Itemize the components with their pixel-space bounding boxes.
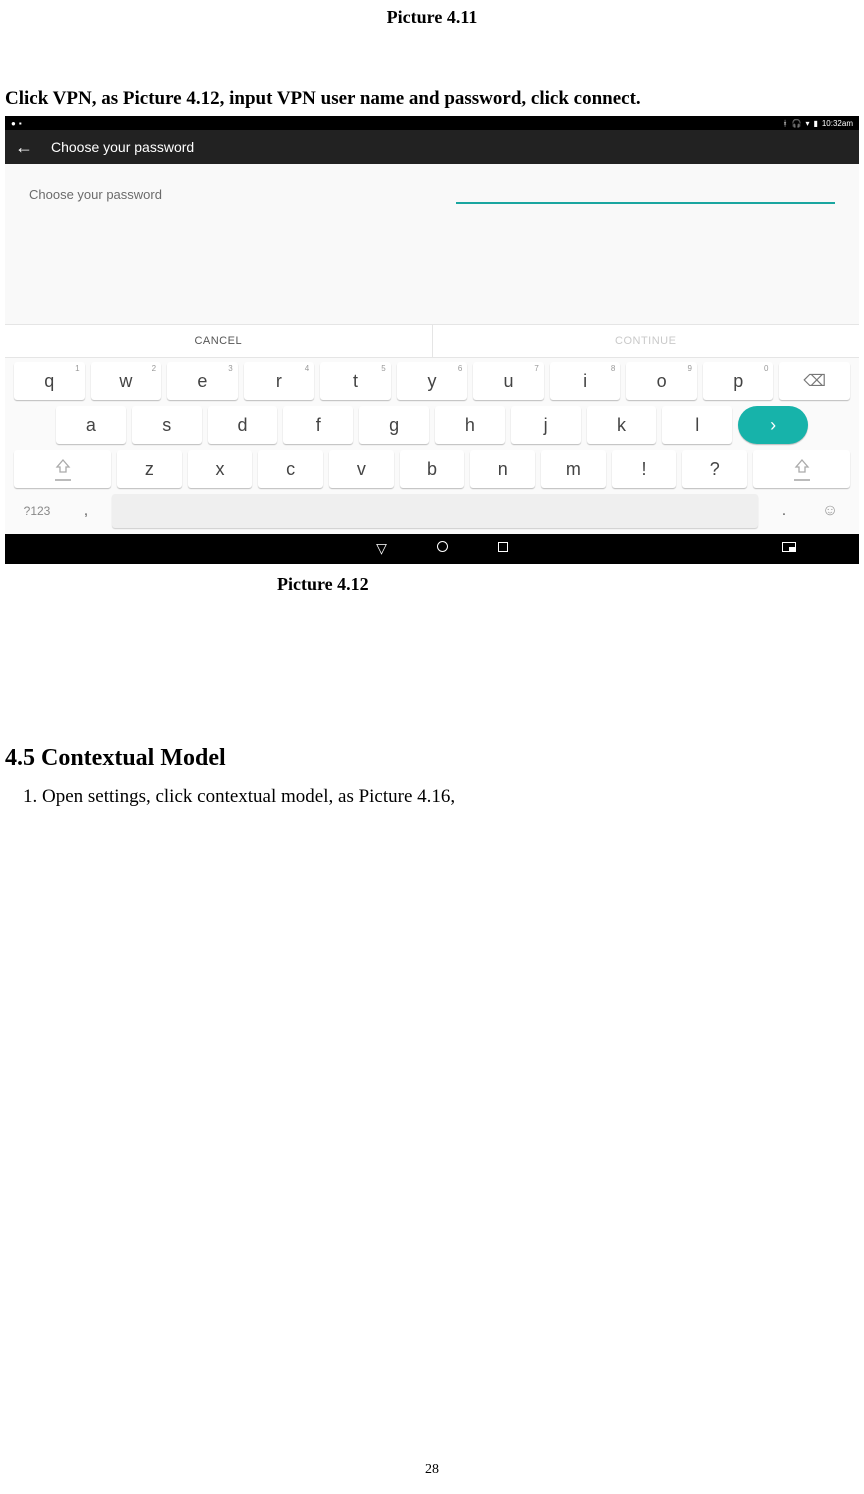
key-period[interactable]: . — [761, 494, 807, 528]
back-arrow-icon[interactable]: ← — [15, 137, 33, 158]
cancel-button[interactable]: CANCEL — [5, 325, 433, 357]
status-time: 10:32am — [822, 119, 853, 128]
key-b[interactable]: b — [400, 450, 465, 488]
notification-square-icon: ▪ — [19, 119, 22, 128]
key-c[interactable]: c — [258, 450, 323, 488]
key-n[interactable]: n — [470, 450, 535, 488]
nav-recents-icon[interactable] — [498, 541, 508, 557]
continue-button[interactable]: CONTINUE — [433, 325, 860, 357]
section-heading-45: 4.5 Contextual Model — [5, 745, 859, 772]
key-exclaim[interactable]: ! — [612, 450, 677, 488]
nav-back-icon[interactable]: ▽ — [376, 541, 387, 558]
key-i[interactable]: 8i — [550, 362, 621, 400]
app-header: ← Choose your password — [5, 130, 859, 164]
key-u[interactable]: 7u — [473, 362, 544, 400]
key-x[interactable]: x — [188, 450, 253, 488]
key-m[interactable]: m — [541, 450, 606, 488]
android-nav-bar: ▽ — [5, 534, 859, 564]
key-f[interactable]: f — [283, 406, 353, 444]
key-d[interactable]: d — [208, 406, 278, 444]
screenshot-picture-412: ● ▪ ᚼ 🎧 ▾ ▮ 10:32am ← Choose your passwo… — [5, 116, 859, 564]
status-bar: ● ▪ ᚼ 🎧 ▾ ▮ 10:32am — [5, 116, 859, 130]
key-h[interactable]: h — [435, 406, 505, 444]
key-o[interactable]: 9o — [626, 362, 697, 400]
instruction-text: Click VPN, as Picture 4.12, input VPN us… — [5, 88, 859, 110]
key-a[interactable]: a — [56, 406, 126, 444]
key-y[interactable]: 6y — [397, 362, 468, 400]
header-title: Choose your password — [51, 139, 194, 155]
key-j[interactable]: j — [511, 406, 581, 444]
page-number: 28 — [0, 1462, 864, 1478]
key-s[interactable]: s — [132, 406, 202, 444]
key-g[interactable]: g — [359, 406, 429, 444]
headphones-icon: 🎧 — [791, 119, 801, 128]
key-question[interactable]: ? — [682, 450, 747, 488]
key-t[interactable]: 5t — [320, 362, 391, 400]
section-body-45: 1. Open settings, click contextual model… — [23, 786, 859, 808]
key-comma[interactable]: , — [63, 494, 109, 528]
onscreen-keyboard: 1q 2w 3e 4r 5t 6y 7u 8i 9o 0p ⌫ a s d f … — [5, 358, 859, 534]
key-p[interactable]: 0p — [703, 362, 774, 400]
nav-home-icon[interactable] — [437, 541, 448, 557]
password-prompt-label: Choose your password — [29, 187, 456, 202]
key-w[interactable]: 2w — [91, 362, 162, 400]
password-input[interactable] — [456, 184, 835, 204]
key-shift-left[interactable] — [14, 450, 111, 488]
key-l[interactable]: l — [662, 406, 732, 444]
key-v[interactable]: v — [329, 450, 394, 488]
key-q[interactable]: 1q — [14, 362, 85, 400]
dialog-buttons: CANCEL CONTINUE — [5, 324, 859, 358]
notification-dot-icon: ● — [11, 119, 16, 128]
key-r[interactable]: 4r — [244, 362, 315, 400]
wifi-icon: ▾ — [805, 119, 809, 128]
caption-picture-412: Picture 4.12 — [277, 574, 859, 595]
key-e[interactable]: 3e — [167, 362, 238, 400]
battery-icon: ▮ — [813, 119, 817, 128]
key-k[interactable]: k — [587, 406, 657, 444]
key-emoji[interactable]: ☺ — [807, 494, 853, 528]
bluetooth-icon: ᚼ — [783, 119, 788, 128]
key-backspace[interactable]: ⌫ — [779, 362, 850, 400]
key-symbols[interactable]: ?123 — [14, 494, 60, 528]
key-z[interactable]: z — [117, 450, 182, 488]
key-shift-right[interactable] — [753, 450, 850, 488]
caption-picture-411: Picture 4.11 — [5, 7, 859, 28]
nav-screenshot-icon[interactable] — [782, 541, 796, 557]
content-area: Choose your password — [5, 164, 859, 324]
key-space[interactable] — [112, 494, 758, 528]
key-enter[interactable]: › — [738, 406, 808, 444]
